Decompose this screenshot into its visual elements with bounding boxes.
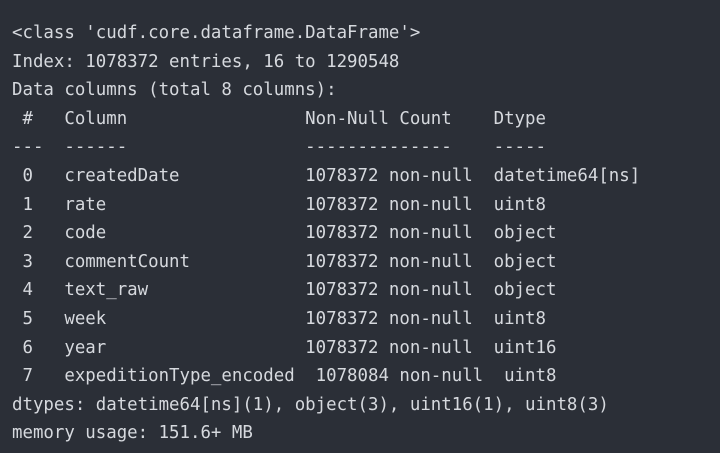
table-header-line: # Column Non-Null Count Dtype — [12, 108, 546, 129]
table-row: 2 code 1078372 non-null object — [12, 223, 557, 244]
class-line: <class 'cudf.core.dataframe.DataFrame'> — [12, 23, 421, 43]
index-line: Index: 1078372 entries, 16 to 1290548 — [12, 51, 400, 72]
table-row: 7 expeditionType_encoded 1078084 non-nul… — [12, 366, 557, 387]
table-row: 6 year 1078372 non-null uint16 — [12, 337, 557, 358]
memory-usage-line: memory usage: 151.6+ MB — [12, 423, 253, 444]
table-separator-line: --- ------ -------------- ----- — [12, 137, 546, 158]
dataframe-info-output: <class 'cudf.core.dataframe.DataFrame'> … — [0, 0, 720, 453]
table-row: 4 text_raw 1078372 non-null object — [12, 280, 557, 301]
columns-summary-line: Data columns (total 8 columns): — [12, 80, 337, 101]
table-row: 5 week 1078372 non-null uint8 — [12, 308, 546, 329]
dtypes-line: dtypes: datetime64[ns](1), object(3), ui… — [12, 394, 609, 415]
table-row: 3 commentCount 1078372 non-null object — [12, 251, 557, 272]
table-row: 1 rate 1078372 non-null uint8 — [12, 194, 546, 215]
table-row: 0 createdDate 1078372 non-null datetime6… — [12, 165, 641, 186]
